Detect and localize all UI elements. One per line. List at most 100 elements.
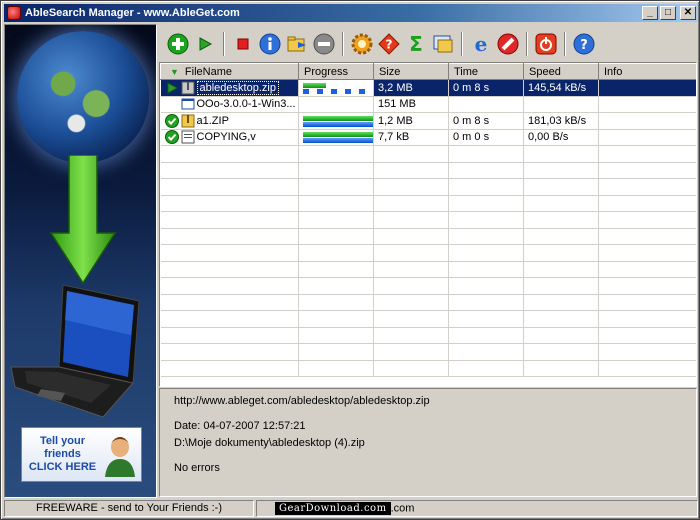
column-header-speed[interactable]: Speed [523, 63, 599, 80]
tell-friends-line-2: friends [44, 448, 81, 460]
progress-bar [303, 131, 373, 144]
cell-speed: 0,00 B/s [523, 129, 599, 146]
about-button[interactable]: ? [572, 32, 596, 56]
folder-move-icon [287, 36, 306, 51]
column-header-filename[interactable]: ▼ FileName [160, 63, 299, 80]
cell-time [448, 96, 524, 113]
progress-bar [303, 115, 373, 127]
detail-errors: No errors [174, 461, 220, 474]
stop-red-icon [237, 38, 249, 49]
cell-speed: 145,54 kB/s [523, 79, 599, 97]
filename-header-label: FileName [184, 65, 232, 78]
empty-row [160, 310, 696, 328]
cell-info [598, 96, 696, 113]
minimize-button[interactable]: _ [642, 6, 658, 20]
tell-friends-text: Tell your friends CLICK HERE [22, 435, 103, 474]
cell-info [598, 129, 696, 146]
empty-row [160, 294, 696, 311]
column-header-progress[interactable]: Progress [298, 63, 374, 80]
gear-icon [351, 33, 373, 54]
detail-path: D:\Moje dokumenty\abledesktop (4).zip [174, 437, 365, 449]
block-button[interactable] [496, 32, 520, 56]
file-icon [181, 98, 194, 110]
person-icon [105, 436, 135, 477]
app-window: AbleSearch Manager - www.AbleGet.com _ □… [0, 0, 700, 520]
download-row[interactable]: OOo-3.0.0-1-Win3... 151 MB [160, 96, 696, 113]
file-type-icon [181, 97, 195, 111]
column-header-info[interactable]: Info [598, 63, 696, 80]
detail-date: Date: 04-07-2007 12:57:21 [174, 419, 306, 432]
tell-friends-line-3: CLICK HERE [28, 461, 97, 473]
progress-bar [303, 82, 373, 94]
download-rows: abledesktop.zip 3,2 MB 0 m 8 s 145,54 kB/s O… [160, 79, 696, 377]
cell-progress [298, 79, 374, 97]
column-header-row: ▼ FileName Progress Size Time Speed Info [160, 63, 696, 80]
empty-row [160, 244, 696, 262]
tell-friends-line-1: Tell your [39, 435, 86, 447]
cell-time: 0 m 8 s [448, 112, 524, 130]
browser-button[interactable]: e [469, 32, 493, 56]
power-button[interactable] [534, 32, 558, 56]
column-header-size[interactable]: Size [373, 63, 449, 80]
download-row[interactable]: COPYING,v 7,7 kB 0 m 0 s 0,00 B/s [160, 129, 696, 146]
file-name: OOo-3.0.0-1-Win3... [196, 98, 296, 111]
status-icon [165, 97, 179, 111]
status-icon [164, 130, 179, 145]
no-entry-icon [497, 33, 519, 54]
remove-button[interactable] [312, 32, 336, 56]
svg-text:?: ? [580, 38, 588, 53]
cell-size: 1,2 MB [373, 112, 449, 130]
status-icon [164, 113, 179, 128]
detail-url: http://www.ableget.com/abledesktop/abled… [174, 395, 430, 407]
download-row[interactable]: abledesktop.zip 3,2 MB 0 m 8 s 145,54 kB/s [160, 79, 696, 97]
file-name: a1.ZIP [196, 114, 229, 127]
cell-progress [298, 129, 374, 146]
download-row[interactable]: a1.ZIP 1,2 MB 0 m 8 s 181,03 kB/s [160, 112, 696, 130]
empty-row [160, 228, 696, 245]
sum-button[interactable]: Σ [404, 32, 428, 56]
move-button[interactable] [285, 32, 309, 56]
tell-friends-button[interactable]: Tell your friends CLICK HERE [21, 427, 142, 482]
done-check-icon [164, 113, 179, 128]
cell-filename: COPYING,v [160, 129, 299, 146]
help-button[interactable]: ? [377, 32, 401, 56]
toolbar-separator [342, 31, 344, 56]
file-name: abledesktop.zip [196, 80, 279, 95]
info-button[interactable] [258, 32, 282, 56]
transfer-button[interactable] [431, 32, 455, 56]
download-list[interactable]: ▼ FileName Progress Size Time Speed Info … [159, 62, 697, 387]
empty-row [160, 162, 696, 179]
column-header-time[interactable]: Time [448, 63, 524, 80]
cell-size: 3,2 MB [373, 79, 449, 97]
status-pane-secondary: GearDownload.com .com [256, 500, 698, 517]
cell-info [598, 79, 696, 97]
download-table: ▼ FileName Progress Size Time Speed Info … [160, 63, 696, 377]
transfer-icon [433, 35, 453, 52]
toolbar-separator [223, 31, 225, 56]
file-type-icon [181, 114, 195, 128]
settings-button[interactable] [350, 32, 374, 56]
title-bar[interactable]: AbleSearch Manager - www.AbleGet.com _ □… [4, 4, 698, 22]
toolbar: ? Σ e ? [160, 26, 696, 61]
cell-size: 7,7 kB [373, 129, 449, 146]
file-type-icon [181, 130, 195, 144]
earth-image [17, 31, 149, 163]
close-button[interactable]: ✕ [680, 6, 696, 20]
stop-button[interactable] [231, 32, 255, 56]
file-type-icon [181, 81, 195, 95]
details-panel: http://www.ableget.com/abledesktop/abled… [159, 388, 697, 497]
done-check-icon [164, 130, 179, 145]
empty-row [160, 261, 696, 278]
maximize-button[interactable]: □ [660, 6, 676, 20]
app-icon[interactable] [7, 6, 21, 20]
file-icon [181, 130, 194, 144]
cell-progress [298, 112, 374, 130]
laptop-image [10, 284, 140, 418]
plus-green-icon [167, 33, 189, 54]
add-download-button[interactable] [166, 32, 190, 56]
cell-filename: abledesktop.zip [160, 79, 299, 97]
status-icon [165, 81, 179, 95]
status-freeware: FREEWARE - send to Your Friends :-) [4, 500, 254, 517]
sort-indicator-icon: ▼ [170, 66, 179, 77]
start-button[interactable] [193, 32, 217, 56]
